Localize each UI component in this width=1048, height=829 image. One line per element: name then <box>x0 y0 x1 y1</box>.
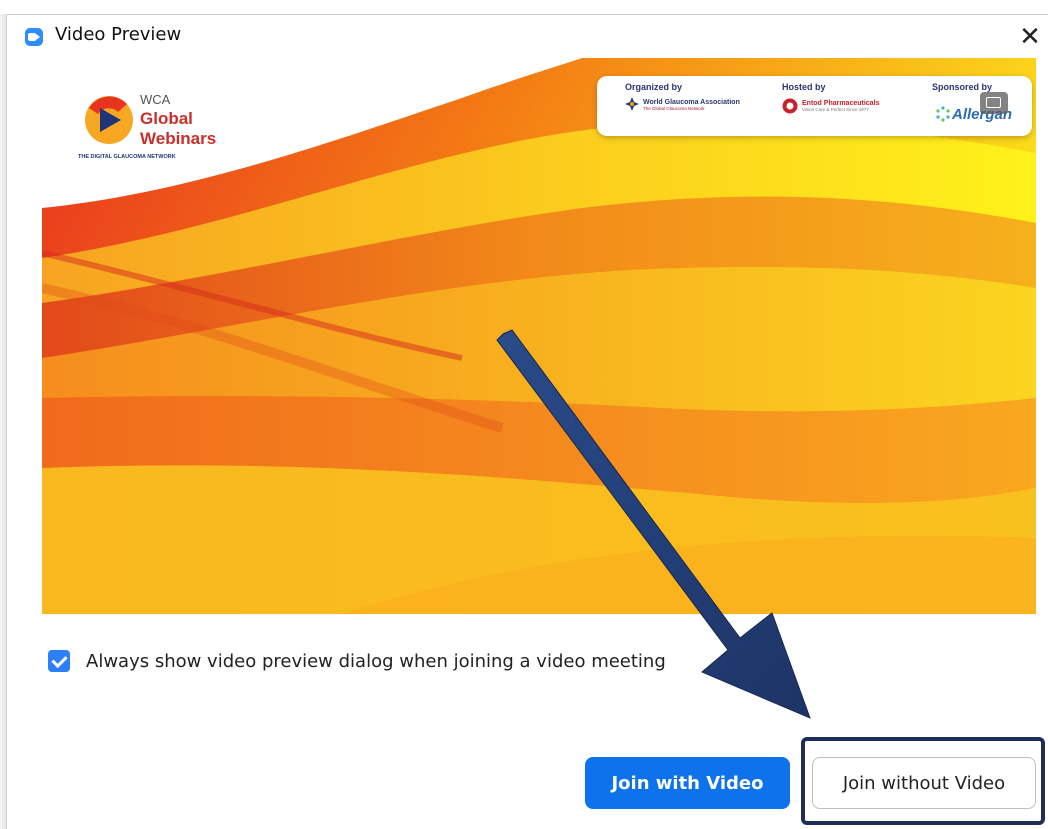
organized-by: Organized by World Glaucoma Association … <box>625 82 740 111</box>
preview-checkbox-row: Always show video preview dialog when jo… <box>48 648 666 674</box>
hosted-by-label: Hosted by <box>782 82 826 92</box>
logo-tagline: THE DIGITAL GLAUCOMA NETWORK <box>78 154 176 160</box>
logo-wca: WCA <box>140 92 171 107</box>
entod-logo-icon <box>782 98 798 114</box>
window-title: Video Preview <box>55 24 182 45</box>
logo-webinars: Webinars <box>140 129 216 148</box>
title-bar: Video Preview ✕ <box>7 15 1048 61</box>
sponsored-by-label: Sponsored by <box>932 82 993 92</box>
background-image-icon <box>986 97 1001 108</box>
hosted-by-sub: Vision Care & Perfect Since 1977 <box>802 107 869 112</box>
sponsor-banner: Organized by World Glaucoma Association … <box>597 76 1032 136</box>
sponsored-by: Sponsored by <box>932 82 992 92</box>
hosted-by: Hosted by Entod Pharmaceuticals Vision C… <box>782 82 879 114</box>
organized-by-sub: The Global Glaucoma Network <box>643 105 705 111</box>
wga-star-icon <box>625 97 639 111</box>
join-with-video-button[interactable]: Join with Video <box>585 757 790 809</box>
zoom-camera-icon <box>25 28 43 46</box>
webinar-background: WCA Global Webinars THE DIGITAL GLAUCOMA… <box>42 58 1036 614</box>
organized-by-label: Organized by <box>625 82 683 92</box>
always-show-preview-checkbox[interactable] <box>48 650 70 672</box>
allergan-dots-icon <box>936 106 950 122</box>
hosted-by-name: Entod Pharmaceuticals <box>802 100 880 107</box>
logo-global: Global <box>140 109 193 128</box>
close-button[interactable]: ✕ <box>1012 19 1048 55</box>
organized-by-name: World Glaucoma Association <box>643 98 740 106</box>
video-preview-area: WCA Global Webinars THE DIGITAL GLAUCOMA… <box>42 58 1036 614</box>
always-show-preview-label: Always show video preview dialog when jo… <box>86 650 666 672</box>
background-toggle-button[interactable] <box>980 92 1008 114</box>
join-without-video-button[interactable]: Join without Video <box>812 757 1036 809</box>
